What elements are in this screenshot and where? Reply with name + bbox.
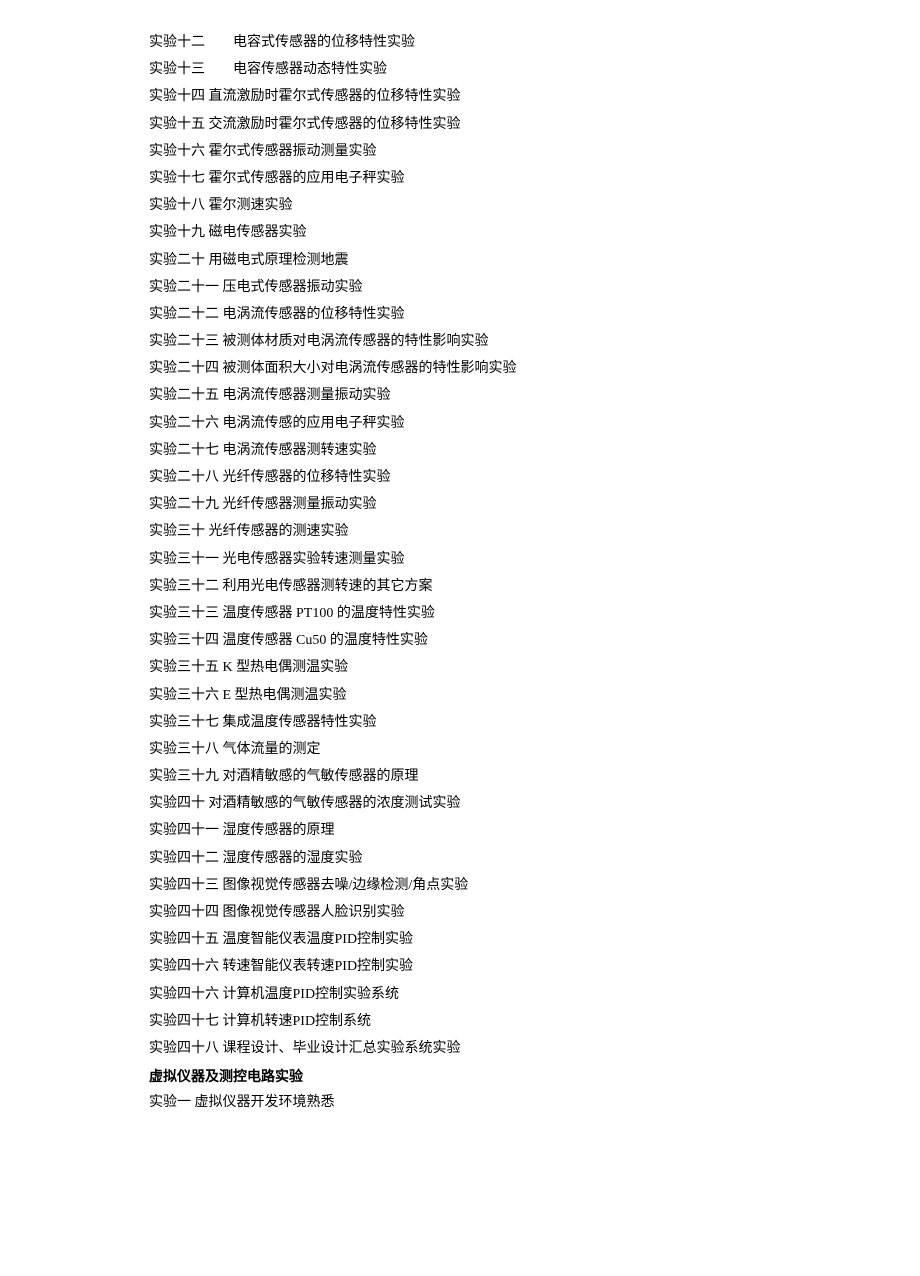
list-item: 实验二十三 被测体材质对电涡流传感器的特性影响实验 [149,335,920,349]
list-item: 实验三十二 利用光电传感器测转速的其它方案 [149,580,920,594]
list-item: 实验二十 用磁电式原理检测地震 [149,254,920,268]
list-item: 实验四十八 课程设计、毕业设计汇总实验系统实验 [149,1042,920,1056]
list-item: 实验十六 霍尔式传感器振动测量实验 [149,145,920,159]
list-item: 实验二十二 电涡流传感器的位移特性实验 [149,308,920,322]
list-item: 实验四十四 图像视觉传感器人脸识别实验 [149,906,920,920]
list-item: 实验三十九 对酒精敏感的气敏传感器的原理 [149,770,920,784]
list-item: 实验十二 电容式传感器的位移特性实验 [149,36,920,50]
list-item: 实验三十三 温度传感器 PT100 的温度特性实验 [149,607,920,621]
list-item: 实验二十六 电涡流传感的应用电子秤实验 [149,417,920,431]
list-item: 实验二十七 电涡流传感器测转速实验 [149,444,920,458]
list-item: 实验三十六 E 型热电偶测温实验 [149,689,920,703]
list-item: 实验二十八 光纤传感器的位移特性实验 [149,471,920,485]
list-item: 实验四十六 计算机温度PID控制实验系统 [149,988,920,1002]
list-item: 实验四十 对酒精敏感的气敏传感器的浓度测试实验 [149,797,920,811]
list-item: 实验二十五 电涡流传感器测量振动实验 [149,389,920,403]
experiment-list: 实验十二 电容式传感器的位移特性实验 实验十三 电容传感器动态特性实验 实验十四… [149,36,920,1110]
list-item: 实验三十 光纤传感器的测速实验 [149,525,920,539]
list-item: 实验十三 电容传感器动态特性实验 [149,63,920,77]
list-item: 实验四十七 计算机转速PID控制系统 [149,1015,920,1029]
list-item: 实验十五 交流激励时霍尔式传感器的位移特性实验 [149,118,920,132]
list-item: 实验一 虚拟仪器开发环境熟悉 [149,1096,920,1110]
list-item: 实验四十二 湿度传感器的湿度实验 [149,852,920,866]
list-item: 实验三十八 气体流量的测定 [149,743,920,757]
list-item: 实验二十四 被测体面积大小对电涡流传感器的特性影响实验 [149,362,920,376]
list-item: 实验十七 霍尔式传感器的应用电子秤实验 [149,172,920,186]
list-item: 实验四十一 湿度传感器的原理 [149,824,920,838]
list-item: 实验二十一 压电式传感器振动实验 [149,281,920,295]
list-item: 实验三十四 温度传感器 Cu50 的温度特性实验 [149,634,920,648]
list-item: 实验四十三 图像视觉传感器去噪/边缘检测/角点实验 [149,879,920,893]
list-item: 实验十八 霍尔测速实验 [149,199,920,213]
list-item: 实验三十一 光电传感器实验转速测量实验 [149,553,920,567]
list-item: 实验二十九 光纤传感器测量振动实验 [149,498,920,512]
list-item: 实验三十五 K 型热电偶测温实验 [149,661,920,675]
list-item: 实验四十六 转速智能仪表转速PID控制实验 [149,960,920,974]
list-item: 实验四十五 温度智能仪表温度PID控制实验 [149,933,920,947]
list-item: 实验十四 直流激励时霍尔式传感器的位移特性实验 [149,90,920,104]
list-item: 实验十九 磁电传感器实验 [149,226,920,240]
list-item: 实验三十七 集成温度传感器特性实验 [149,716,920,730]
section-heading: 虚拟仪器及测控电路实验 [149,1069,920,1083]
